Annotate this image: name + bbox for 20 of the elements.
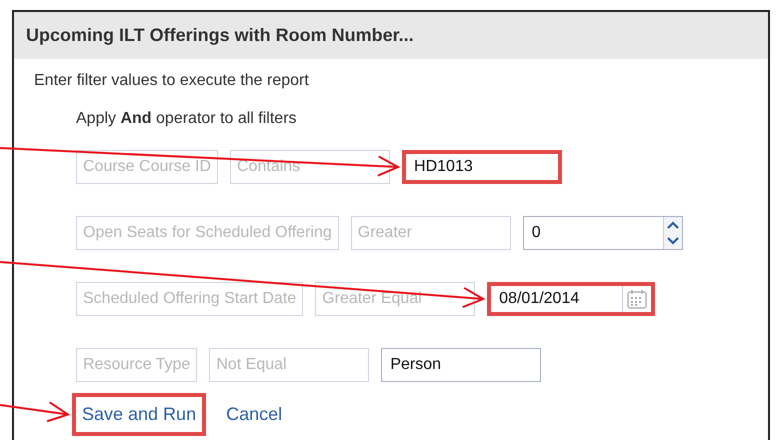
number-spinner-field[interactable]: 0: [522, 216, 683, 250]
date-input-field[interactable]: 08/01/2014: [487, 282, 656, 316]
filter-field-box: Course Course ID: [76, 150, 218, 184]
operator-box: Greater Equal: [315, 282, 476, 316]
operator-note: Apply And operator to all filters: [76, 110, 297, 127]
filter-field-box: Open Seats for Scheduled Offering: [76, 216, 339, 250]
operator-box: Greater: [350, 216, 511, 250]
save-and-run-link[interactable]: Save and Run: [72, 393, 206, 436]
value-input[interactable]: 0: [524, 217, 663, 249]
value-input[interactable]: Person: [382, 349, 540, 381]
annotation-arrow: [0, 401, 70, 422]
cancel-link[interactable]: Cancel: [216, 393, 292, 436]
panel-title: Upcoming ILT Offerings with Room Number...: [14, 12, 768, 59]
filter-field-box: Resource Type: [76, 348, 198, 382]
filter-field-box: Scheduled Offering Start Date: [76, 282, 304, 316]
value-input[interactable]: 08/01/2014: [491, 286, 622, 312]
calendar-icon[interactable]: [626, 288, 648, 310]
operator-box: Not Equal: [209, 348, 370, 382]
operator-box: Contains: [230, 150, 390, 184]
instruction-text: Enter filter values to execute the report: [34, 72, 309, 89]
